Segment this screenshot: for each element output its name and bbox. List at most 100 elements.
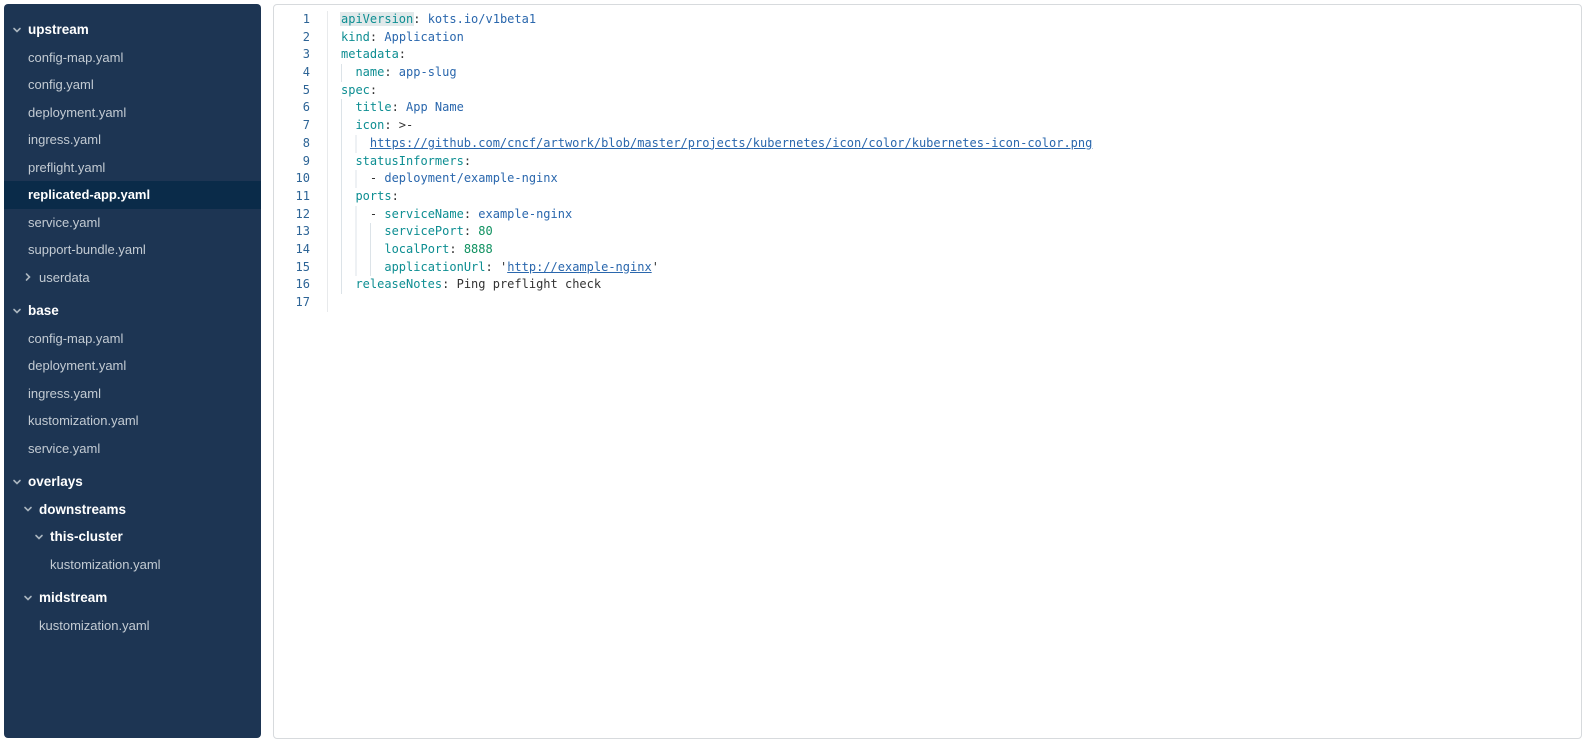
- code-token: :: [486, 260, 493, 274]
- code-token: kots.io/v1beta1: [420, 12, 536, 26]
- tree-file-label: config-map.yaml: [28, 50, 123, 65]
- code-token: :: [464, 207, 471, 221]
- code-content: servicePort: 80: [328, 223, 493, 241]
- code-line: 7icon: >-: [274, 117, 1581, 135]
- sidebar-item-service-yaml[interactable]: service.yaml: [4, 435, 261, 463]
- sidebar-item-deployment-yaml[interactable]: deployment.yaml: [4, 99, 261, 127]
- code-content: statusInformers:: [328, 153, 471, 171]
- line-number: 16: [274, 276, 328, 294]
- line-number: 7: [274, 117, 328, 135]
- code-content: icon: >-: [328, 117, 413, 135]
- sidebar-item-support-bundle-yaml[interactable]: support-bundle.yaml: [4, 236, 261, 264]
- tree-section-label: midstream: [39, 590, 107, 605]
- code-editor[interactable]: 1apiVersion: kots.io/v1beta12kind: Appli…: [273, 4, 1582, 739]
- code-content: applicationUrl: 'http://example-nginx': [328, 259, 659, 277]
- sidebar-item-config-map-yaml[interactable]: config-map.yaml: [4, 44, 261, 72]
- code-lines: 1apiVersion: kots.io/v1beta12kind: Appli…: [274, 11, 1581, 312]
- code-token: releaseNotes: [355, 277, 442, 291]
- line-number: 5: [274, 82, 328, 100]
- line-number: 4: [274, 64, 328, 82]
- code-token: app-slug: [392, 65, 457, 79]
- sidebar-item-ingress-yaml[interactable]: ingress.yaml: [4, 126, 261, 154]
- sidebar-item-midstream[interactable]: midstream: [4, 584, 261, 612]
- tree-file-label: kustomization.yaml: [28, 413, 139, 428]
- code-token: Ping preflight check: [449, 277, 601, 291]
- code-token: servicePort: [384, 224, 463, 238]
- line-number: 8: [274, 135, 328, 153]
- line-number: 13: [274, 223, 328, 241]
- line-number: 6: [274, 99, 328, 117]
- tree-file-label: service.yaml: [28, 441, 100, 456]
- url-link[interactable]: https://github.com/cncf/artwork/blob/mas…: [370, 136, 1092, 150]
- code-line: 5spec:: [274, 82, 1581, 100]
- code-token: icon: [355, 118, 384, 132]
- indent-guides: [341, 223, 384, 241]
- code-token: applicationUrl: [384, 260, 485, 274]
- indent-guides: [341, 135, 370, 153]
- file-tree-sidebar: upstream config-map.yaml config.yaml deploy…: [4, 4, 261, 738]
- code-content: title: App Name: [328, 99, 464, 117]
- tree-file-label: ingress.yaml: [28, 132, 101, 147]
- sidebar-item-kustomization-yaml[interactable]: kustomization.yaml: [4, 407, 261, 435]
- tree-section-label: base: [28, 303, 59, 318]
- indent-guides: [341, 170, 370, 188]
- sidebar-item-upstream[interactable]: upstream: [4, 16, 261, 44]
- line-number: 11: [274, 188, 328, 206]
- code-token: :: [392, 189, 399, 203]
- code-content: spec:: [328, 82, 377, 100]
- sidebar-item-kustomization-yaml[interactable]: kustomization.yaml: [4, 551, 261, 579]
- code-content: kind: Application: [328, 29, 464, 47]
- code-token: apiVersion: [340, 12, 414, 26]
- code-line: 2kind: Application: [274, 29, 1581, 47]
- code-token: :: [384, 118, 391, 132]
- indent-guides: [341, 276, 355, 294]
- sidebar-item-preflight-yaml[interactable]: preflight.yaml: [4, 154, 261, 182]
- code-content: [328, 294, 341, 312]
- indent-guides: [341, 188, 355, 206]
- sidebar-item-deployment-yaml[interactable]: deployment.yaml: [4, 352, 261, 380]
- chevron-down-icon: [12, 306, 28, 316]
- tree-file-label: ingress.yaml: [28, 386, 101, 401]
- code-token: :: [392, 100, 399, 114]
- chevron-down-icon: [23, 504, 39, 514]
- line-number: 3: [274, 46, 328, 64]
- sidebar-item-downstreams[interactable]: downstreams: [4, 496, 261, 524]
- code-content: - serviceName: example-nginx: [328, 206, 572, 224]
- code-token: :: [399, 47, 406, 61]
- indent-guides: [341, 241, 384, 259]
- tree-file-label: support-bundle.yaml: [28, 242, 146, 257]
- code-token: -: [370, 171, 384, 185]
- line-number: 9: [274, 153, 328, 171]
- code-line: 11ports:: [274, 188, 1581, 206]
- sidebar-item-service-yaml[interactable]: service.yaml: [4, 209, 261, 237]
- indent-guides: [341, 117, 355, 135]
- chevron-down-icon: [12, 25, 28, 35]
- code-token: spec: [341, 83, 370, 97]
- sidebar-item-userdata[interactable]: userdata: [4, 264, 261, 292]
- code-token: :: [370, 83, 377, 97]
- chevron-right-icon: [23, 272, 39, 282]
- sidebar-item-this-cluster[interactable]: this-cluster: [4, 523, 261, 551]
- code-content: releaseNotes: Ping preflight check: [328, 276, 601, 294]
- line-number: 10: [274, 170, 328, 188]
- line-number: 15: [274, 259, 328, 277]
- code-token: kind: [341, 30, 370, 44]
- sidebar-item-replicated-app-yaml[interactable]: replicated-app.yaml: [4, 181, 261, 209]
- chevron-down-icon: [12, 477, 28, 487]
- sidebar-item-base[interactable]: base: [4, 297, 261, 325]
- code-token: App Name: [399, 100, 464, 114]
- code-line: 16releaseNotes: Ping preflight check: [274, 276, 1581, 294]
- sidebar-item-ingress-yaml[interactable]: ingress.yaml: [4, 380, 261, 408]
- sidebar-item-kustomization-yaml[interactable]: kustomization.yaml: [4, 612, 261, 640]
- sidebar-item-config-yaml[interactable]: config.yaml: [4, 71, 261, 99]
- code-line: 4name: app-slug: [274, 64, 1581, 82]
- tree-file-label: deployment.yaml: [28, 105, 126, 120]
- sidebar-item-overlays[interactable]: overlays: [4, 468, 261, 496]
- code-token: -: [370, 207, 384, 221]
- url-link[interactable]: http://example-nginx: [507, 260, 652, 274]
- code-token: example-nginx: [471, 207, 572, 221]
- code-token: Application: [377, 30, 464, 44]
- sidebar-item-config-map-yaml[interactable]: config-map.yaml: [4, 325, 261, 353]
- code-token: ': [493, 260, 507, 274]
- tree-file-label: config.yaml: [28, 77, 94, 92]
